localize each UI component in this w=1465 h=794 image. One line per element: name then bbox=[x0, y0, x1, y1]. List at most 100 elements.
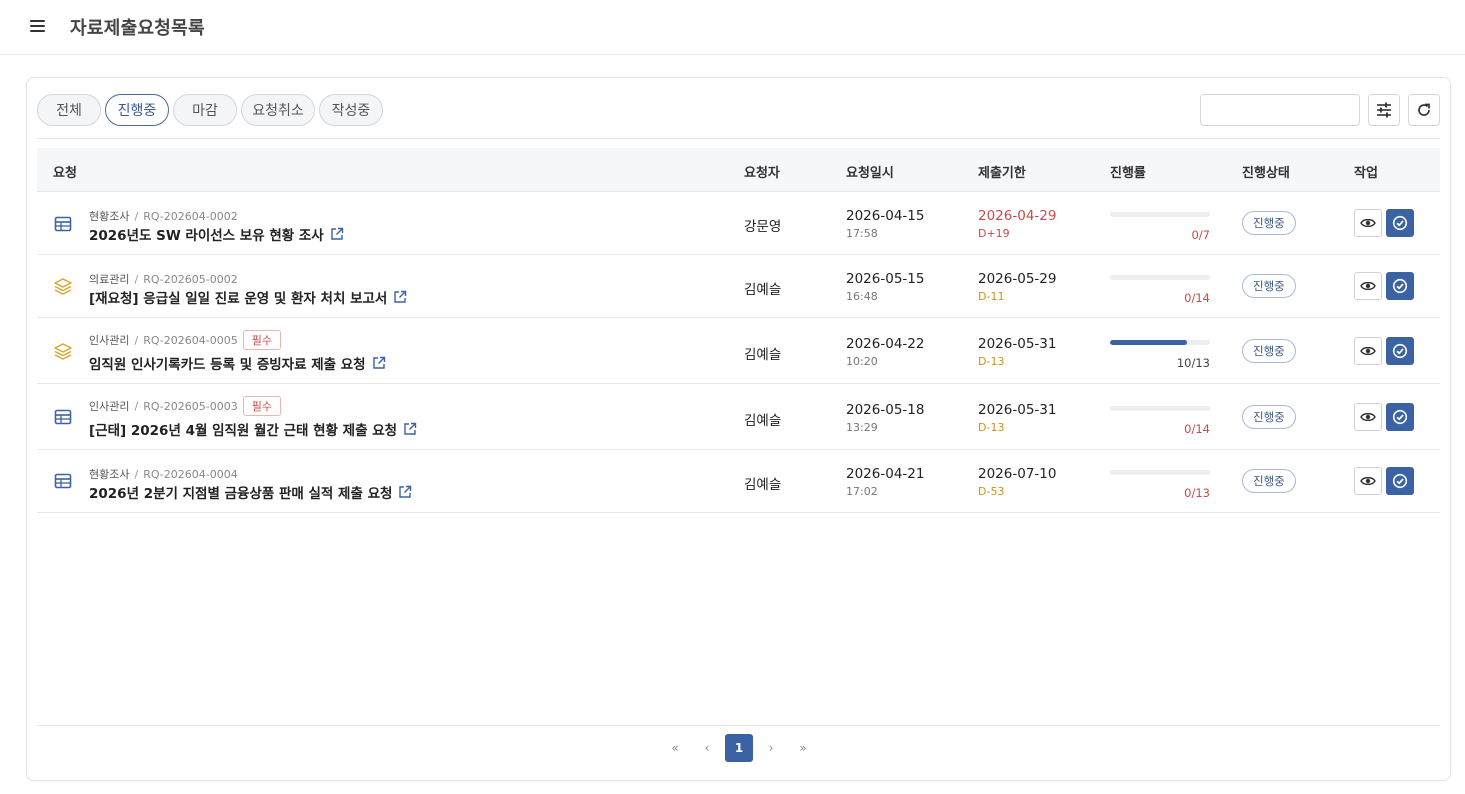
filter-tab-all[interactable]: 전체 bbox=[37, 94, 101, 126]
external-link-icon[interactable] bbox=[330, 227, 344, 241]
deadline-date: 2026-05-31 bbox=[978, 336, 1057, 352]
column-header-status: 진행상태 bbox=[1242, 166, 1290, 181]
filter-tab-cancelled[interactable]: 요청취소 bbox=[241, 94, 315, 126]
request-title-link[interactable]: [근태] 2026년 4월 임직원 월간 근태 현황 제출 요청 bbox=[89, 419, 417, 439]
view-button[interactable] bbox=[1354, 209, 1382, 237]
approve-button[interactable] bbox=[1386, 467, 1414, 495]
table-header: 요청 요청자 요청일시 제출기한 진행률 진행상태 작업 bbox=[37, 148, 1440, 192]
request-meta: 현황조사 / RQ-202604-0002 bbox=[89, 209, 238, 224]
pagination-last-button[interactable]: » bbox=[789, 734, 817, 762]
request-list-card: 전체 진행중 마감 요청취소 작성중 요청 요청자 요청일시 제출기한 진행률 … bbox=[26, 77, 1451, 781]
deadline-dday: D-13 bbox=[978, 421, 1005, 434]
required-badge: 필수 bbox=[242, 396, 281, 416]
table-row[interactable]: 현황조사 / RQ-202604-0002 2026년도 SW 라이선스 보유 … bbox=[37, 192, 1440, 255]
table-row[interactable]: 인사관리 / RQ-202604-0005 필수 임직원 인사기록카드 등록 및… bbox=[37, 318, 1440, 384]
filter-settings-button[interactable] bbox=[1368, 94, 1400, 126]
pagination-page-button[interactable]: 1 bbox=[725, 734, 753, 762]
pagination-next-button[interactable]: › bbox=[757, 734, 785, 762]
requested-date: 2026-05-15 bbox=[846, 271, 925, 287]
check-circle-icon bbox=[1392, 215, 1408, 231]
refresh-icon bbox=[1418, 103, 1430, 116]
required-badge: 필수 bbox=[242, 330, 281, 350]
progress-bar bbox=[1110, 340, 1210, 345]
eye-icon bbox=[1360, 346, 1376, 356]
refresh-button[interactable] bbox=[1408, 94, 1440, 126]
requested-date: 2026-04-21 bbox=[846, 466, 925, 482]
request-meta: 의료관리 / RQ-202605-0002 bbox=[89, 272, 238, 287]
approve-button[interactable] bbox=[1386, 209, 1414, 237]
eye-icon bbox=[1360, 218, 1376, 228]
external-link-icon[interactable] bbox=[393, 290, 407, 304]
view-button[interactable] bbox=[1354, 467, 1382, 495]
status-badge: 진행중 bbox=[1242, 274, 1296, 298]
table-icon bbox=[54, 473, 72, 489]
request-title-link[interactable]: 임직원 인사기록카드 등록 및 증빙자료 제출 요청 bbox=[89, 353, 386, 373]
progress-count: 10/13 bbox=[1176, 356, 1210, 370]
progress-count: 0/13 bbox=[1184, 486, 1210, 500]
requested-time: 16:48 bbox=[846, 290, 878, 303]
eye-icon bbox=[1360, 412, 1376, 422]
filter-tab-closed[interactable]: 마감 bbox=[173, 94, 237, 126]
table-row[interactable]: 인사관리 / RQ-202605-0003 필수 [근태] 2026년 4월 임… bbox=[37, 384, 1440, 450]
request-title: 2026년 2분기 지점별 금융상품 판매 실적 제출 요청 bbox=[89, 486, 393, 502]
filter-tab-in-progress[interactable]: 진행중 bbox=[105, 94, 169, 126]
request-code: RQ-202604-0005 bbox=[143, 333, 238, 347]
requester-name: 김예슬 bbox=[744, 477, 782, 493]
table-icon bbox=[54, 409, 72, 425]
column-header-actions: 작업 bbox=[1354, 166, 1378, 181]
pagination-divider bbox=[37, 725, 1440, 726]
approve-button[interactable] bbox=[1386, 272, 1414, 300]
progress-bar bbox=[1110, 212, 1210, 217]
table-icon bbox=[54, 216, 72, 232]
check-circle-icon bbox=[1392, 409, 1408, 425]
progress-bar bbox=[1110, 406, 1210, 411]
deadline-date: 2026-04-29 bbox=[978, 208, 1057, 224]
menu-icon[interactable] bbox=[28, 17, 48, 35]
eye-icon bbox=[1360, 476, 1376, 486]
requested-date: 2026-04-15 bbox=[846, 208, 925, 224]
sliders-icon bbox=[1377, 102, 1391, 118]
column-header-deadline: 제출기한 bbox=[978, 166, 1026, 181]
app-header: 자료제출요청목록 bbox=[0, 0, 1465, 55]
layers-icon bbox=[54, 343, 72, 360]
requester-name: 김예슬 bbox=[744, 413, 782, 429]
request-title: [재요청] 응급실 일일 진료 운영 및 환자 처치 보고서 bbox=[89, 291, 388, 307]
deadline-date: 2026-05-29 bbox=[978, 271, 1057, 287]
request-title-link[interactable]: 2026년도 SW 라이선스 보유 현황 조사 bbox=[89, 224, 344, 244]
toolbar-divider bbox=[37, 138, 1440, 139]
deadline-date: 2026-07-10 bbox=[978, 466, 1057, 482]
status-badge: 진행중 bbox=[1242, 211, 1296, 235]
request-category: 의료관리 bbox=[89, 273, 130, 286]
deadline-dday: D-11 bbox=[978, 290, 1005, 303]
column-header-progress: 진행률 bbox=[1110, 166, 1146, 181]
request-meta: 인사관리 / RQ-202605-0003 필수 bbox=[89, 396, 281, 416]
external-link-icon[interactable] bbox=[372, 356, 386, 370]
view-button[interactable] bbox=[1354, 337, 1382, 365]
check-circle-icon bbox=[1392, 343, 1408, 359]
request-title: [근태] 2026년 4월 임직원 월간 근태 현황 제출 요청 bbox=[89, 423, 398, 439]
filter-tab-draft[interactable]: 작성중 bbox=[319, 94, 383, 126]
pagination-first-button[interactable]: « bbox=[661, 734, 689, 762]
request-title-link[interactable]: 2026년 2분기 지점별 금융상품 판매 실적 제출 요청 bbox=[89, 482, 412, 502]
search-input[interactable] bbox=[1200, 94, 1360, 126]
pagination-prev-button[interactable]: ‹ bbox=[693, 734, 721, 762]
approve-button[interactable] bbox=[1386, 337, 1414, 365]
status-filter-tabs: 전체 진행중 마감 요청취소 작성중 bbox=[37, 94, 383, 126]
check-circle-icon bbox=[1392, 278, 1408, 294]
view-button[interactable] bbox=[1354, 403, 1382, 431]
column-header-requester: 요청자 bbox=[744, 166, 780, 181]
request-code: RQ-202604-0002 bbox=[143, 209, 238, 223]
progress-bar bbox=[1110, 275, 1210, 280]
request-title-link[interactable]: [재요청] 응급실 일일 진료 운영 및 환자 처치 보고서 bbox=[89, 287, 407, 307]
table-row[interactable]: 의료관리 / RQ-202605-0002 [재요청] 응급실 일일 진료 운영… bbox=[37, 255, 1440, 318]
request-title: 임직원 인사기록카드 등록 및 증빙자료 제출 요청 bbox=[89, 357, 366, 373]
status-badge: 진행중 bbox=[1242, 339, 1296, 363]
external-link-icon[interactable] bbox=[398, 485, 412, 499]
table-row[interactable]: 현황조사 / RQ-202604-0004 2026년 2분기 지점별 금융상품… bbox=[37, 450, 1440, 513]
view-button[interactable] bbox=[1354, 272, 1382, 300]
requested-time: 17:02 bbox=[846, 485, 878, 498]
approve-button[interactable] bbox=[1386, 403, 1414, 431]
check-circle-icon bbox=[1392, 473, 1408, 489]
request-meta: 인사관리 / RQ-202604-0005 필수 bbox=[89, 330, 281, 350]
external-link-icon[interactable] bbox=[403, 422, 417, 436]
